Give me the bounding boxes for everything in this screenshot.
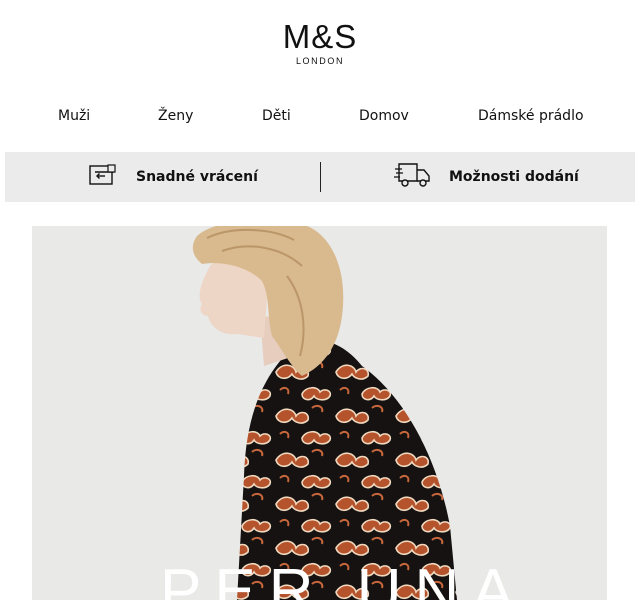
hero-banner[interactable]: PER UNA [32,226,607,600]
return-icon [89,164,116,190]
brand-name: M&S [282,18,358,55]
nav-item-lingerie[interactable]: Dámské prádlo [478,108,584,124]
brand-logo[interactable]: M&S LONDON [0,18,640,66]
nav-item-kids[interactable]: Děti [262,108,291,124]
easy-returns-label: Snadné vrácení [136,169,258,185]
delivery-options-label: Možnosti dodání [449,169,579,185]
nav-item-men[interactable]: Muži [58,108,90,124]
delivery-options-link[interactable]: Možnosti dodání [394,152,579,202]
hero-model-image [32,226,607,600]
service-bar: Snadné vrácení Možnosti dodání [5,152,635,202]
nav-item-women[interactable]: Ženy [158,108,193,124]
email-header: M&S LONDON [0,0,640,90]
brand-tagline: LONDON [295,56,345,66]
easy-returns-link[interactable]: Snadné vrácení [89,152,258,202]
service-bar-divider [320,162,321,192]
nav-item-home[interactable]: Domov [359,108,409,124]
main-navigation: Muži Ženy Děti Domov Dámské prádlo [0,108,640,130]
hero-title: PER UNA [160,557,527,600]
delivery-truck-icon [394,162,432,192]
